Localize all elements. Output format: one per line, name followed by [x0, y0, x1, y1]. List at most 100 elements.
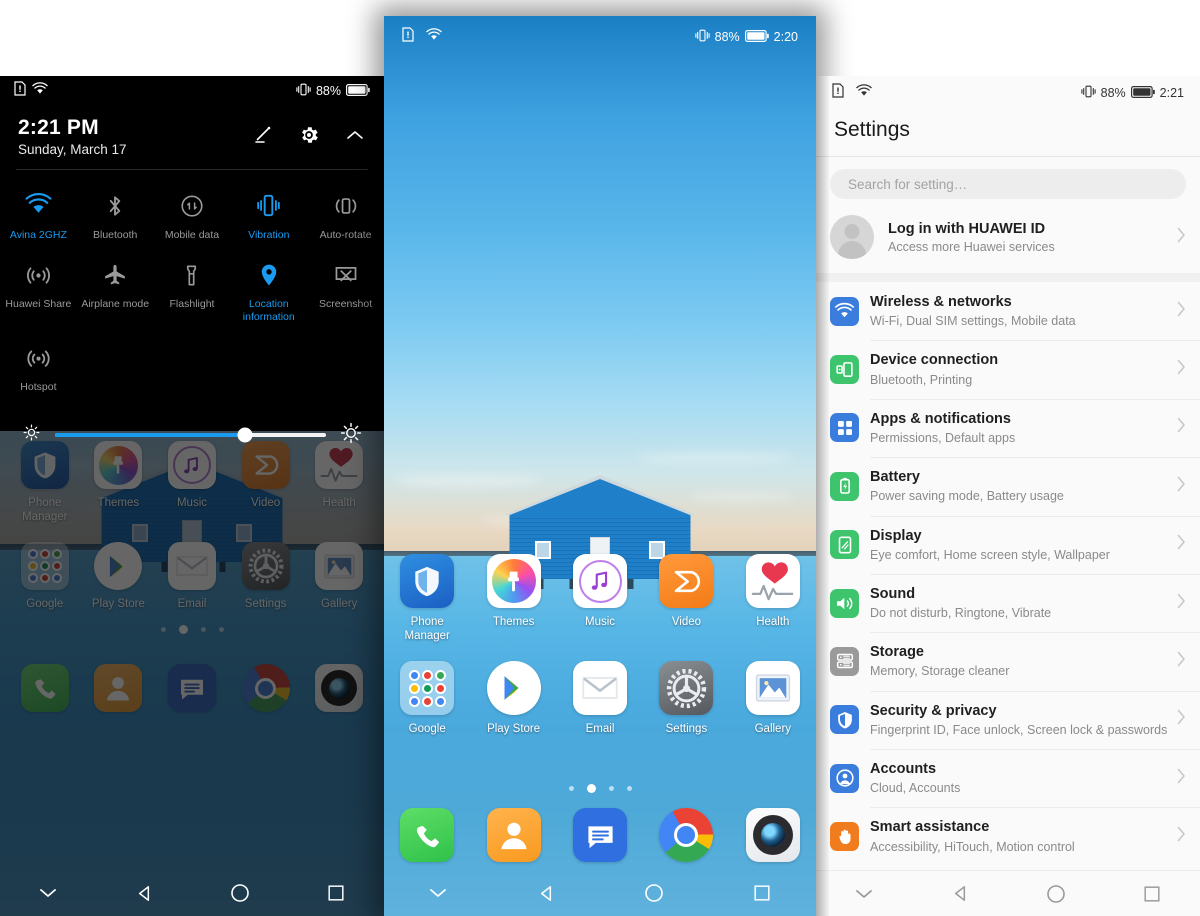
gear-icon[interactable] [298, 124, 320, 151]
recents-square-icon[interactable] [1104, 884, 1200, 904]
status-bar-home: 88% 2:20 [384, 16, 816, 58]
recents-square-icon[interactable] [288, 883, 384, 903]
page-indicator[interactable] [384, 784, 816, 793]
settings-row-apps-notifications[interactable]: Apps & notifications Permissions, Default… [816, 398, 1200, 457]
app-icon-google[interactable]: Google [8, 542, 82, 611]
status-bar-clock: 2:21 [1159, 86, 1184, 100]
back-triangle-icon[interactable] [492, 883, 600, 904]
huawei-id-row[interactable]: Log in with HUAWEI ID Access more Huawei… [816, 203, 1200, 273]
app-icon-themes[interactable]: Themes [470, 554, 556, 643]
app-icon-email[interactable]: Email [155, 542, 229, 611]
apps-grid-icon [830, 413, 859, 443]
settings-row-accounts[interactable]: Accounts Cloud, Accounts [816, 749, 1200, 807]
quick-settings-shade: 88% 2:21 PM Sunday, March 17 Avina 2GHZ … [0, 76, 384, 443]
app-label: Music [176, 497, 207, 509]
quick-tile-location-information[interactable]: Location information [230, 251, 307, 334]
chevron-right-icon [1169, 476, 1186, 497]
gear-icon [241, 542, 290, 591]
collapse-chevron-down-icon[interactable] [0, 882, 96, 904]
app-icon-music[interactable]: Music [557, 554, 643, 643]
home-circle-icon[interactable] [1008, 883, 1104, 905]
brightness-slider[interactable] [55, 427, 326, 443]
nav-bar-settings [816, 870, 1200, 916]
account-circle-icon [830, 763, 859, 793]
recents-square-icon[interactable] [708, 883, 816, 903]
settings-row-display[interactable]: Display Eye comfort, Home screen style, W… [816, 515, 1200, 574]
app-icon-phone-manager[interactable]: Phone Manager [384, 554, 470, 643]
quick-tile-vibration[interactable]: Vibration [230, 182, 307, 252]
settings-row-sound[interactable]: Sound Do not disturb, Ringtone, Vibrate [816, 573, 1200, 632]
app-icon-chrome[interactable] [229, 664, 303, 713]
app-icon-phone[interactable] [384, 808, 470, 862]
app-icon-email[interactable]: Email [557, 661, 643, 736]
app-icon-play-store[interactable]: Play Store [82, 542, 156, 611]
quick-tile-screenshot[interactable]: Screenshot [307, 251, 384, 334]
settings-row-storage[interactable]: Storage Memory, Storage cleaner [816, 632, 1200, 690]
app-label: Themes [492, 616, 535, 628]
chevron-up-icon[interactable] [344, 124, 366, 151]
contacts-person-icon [94, 664, 143, 713]
page-dot[interactable] [608, 786, 614, 791]
quick-tile-hotspot[interactable]: Hotspot [0, 334, 77, 404]
page-dot[interactable] [586, 784, 596, 793]
app-icon-gallery[interactable]: Gallery [730, 661, 816, 736]
flashlight-icon [179, 260, 204, 290]
quick-tile-label: Screenshot [319, 298, 373, 311]
edit-icon[interactable] [252, 124, 274, 151]
notification-shade-panel: Phone Manager Themes Music Video Health Googl… [0, 76, 384, 916]
app-icon-chrome[interactable] [643, 808, 729, 862]
settings-row-wireless-networks[interactable]: Wireless & networks Wi-Fi, Dual SIM setti… [816, 282, 1200, 340]
app-label: Email [585, 723, 615, 736]
app-icon-contacts[interactable] [82, 664, 156, 713]
app-icon-video[interactable]: Video [643, 554, 729, 643]
page-dot[interactable] [568, 786, 574, 791]
app-icon-health[interactable]: Health [730, 554, 816, 643]
settings-panel: 88% 2:21 Settings Search for setting… Lo… [816, 76, 1200, 916]
phone-handset-icon [400, 808, 455, 862]
heart-pulse-icon [745, 554, 800, 608]
settings-row-security-privacy[interactable]: Security & privacy Fingerprint ID, Face u… [816, 690, 1200, 749]
quick-tile-auto-rotate[interactable]: Auto-rotate [307, 182, 384, 252]
quick-tile-airplane-mode[interactable]: Airplane mode [77, 251, 154, 334]
title-divider [816, 156, 1200, 157]
avatar-placeholder-icon [830, 215, 874, 259]
app-icon-camera[interactable] [730, 808, 816, 862]
wifi-icon [426, 28, 442, 46]
quick-tile-mobile-data[interactable]: Mobile data [154, 182, 231, 252]
app-icon-camera[interactable] [302, 664, 376, 713]
quick-tile-avina-2ghz[interactable]: Avina 2GHZ [0, 182, 77, 252]
home-app-row: Google Play Store Email Settings Gallery [384, 661, 816, 736]
brightness-slider-row[interactable] [0, 408, 384, 465]
back-triangle-icon[interactable] [96, 883, 192, 904]
app-icon-settings[interactable]: Settings [229, 542, 303, 611]
app-icon-google[interactable]: Google [384, 661, 470, 736]
collapse-chevron-down-icon[interactable] [384, 882, 492, 904]
app-icon-messages[interactable] [557, 808, 643, 862]
message-bubble-icon [573, 808, 628, 862]
app-icon-phone[interactable] [8, 664, 82, 713]
page-dot[interactable] [626, 786, 632, 791]
app-icon-contacts[interactable] [470, 808, 556, 862]
location-pin-icon [256, 260, 282, 290]
quick-tile-flashlight[interactable]: Flashlight [154, 251, 231, 334]
message-bubble-icon [167, 664, 216, 713]
app-icon-messages[interactable] [155, 664, 229, 713]
battery-percent-label: 88% [1100, 86, 1126, 100]
app-icon-gallery[interactable]: Gallery [302, 542, 376, 611]
status-bar-clock: 2:20 [773, 30, 798, 44]
phone-handset-icon [20, 664, 69, 713]
app-icon-settings[interactable]: Settings [643, 661, 729, 736]
quick-tile-huawei-share[interactable]: Huawei Share [0, 251, 77, 334]
home-circle-icon[interactable] [600, 882, 708, 904]
quick-tile-label: Avina 2GHZ [9, 228, 67, 241]
settings-row-device-connection[interactable]: Device connection Bluetooth, Printing [816, 340, 1200, 398]
settings-row-battery[interactable]: Battery Power saving mode, Battery usage [816, 457, 1200, 515]
quick-tile-bluetooth[interactable]: Bluetooth [77, 182, 154, 252]
search-input[interactable]: Search for setting… [830, 169, 1186, 199]
settings-row-smart-assistance[interactable]: Smart assistance Accessibility, HiTouch, … [816, 807, 1200, 865]
vibrate-icon [1080, 85, 1096, 101]
back-triangle-icon[interactable] [912, 883, 1008, 904]
app-icon-play-store[interactable]: Play Store [470, 661, 556, 736]
home-circle-icon[interactable] [192, 882, 288, 904]
collapse-chevron-down-icon[interactable] [816, 883, 912, 905]
